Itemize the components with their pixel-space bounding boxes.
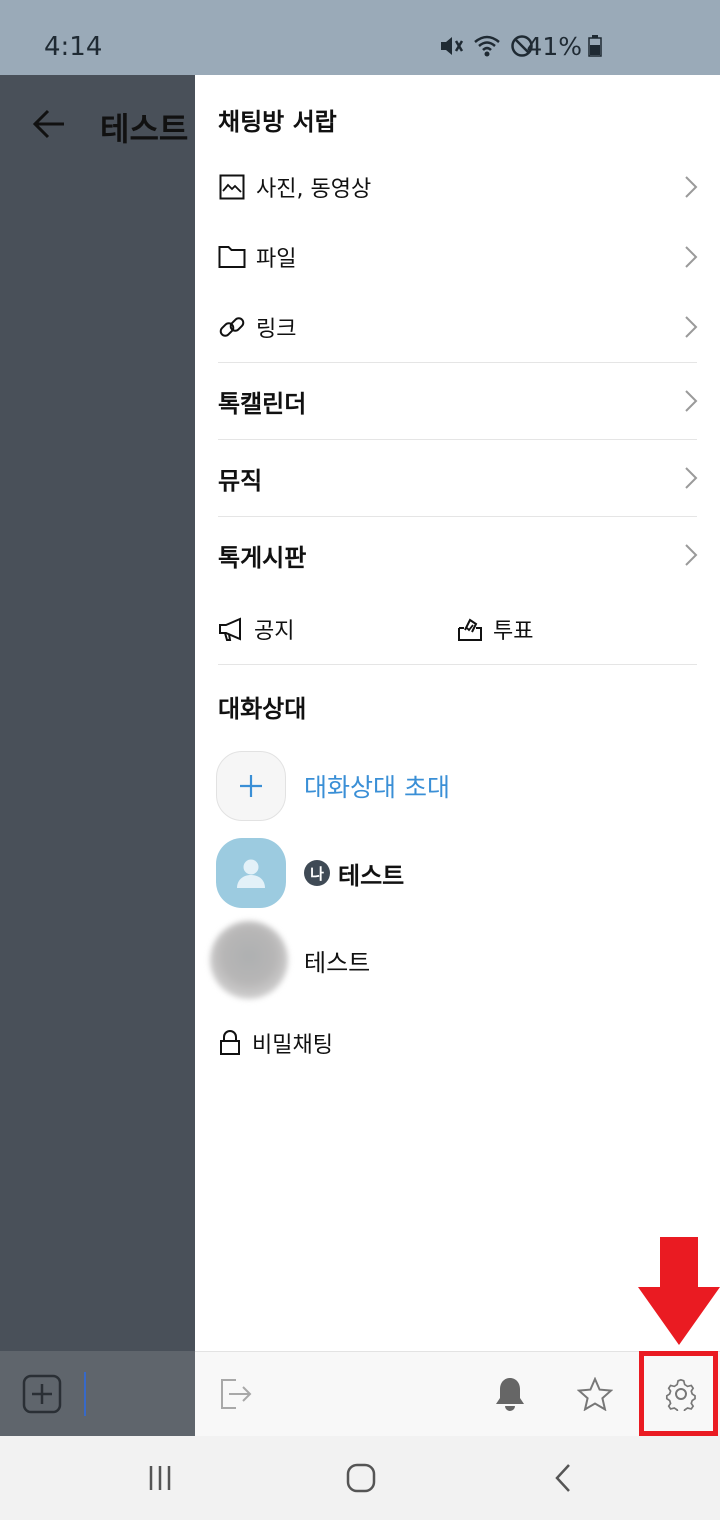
files-label: 파일 [256,247,297,272]
member-item-me[interactable]: 나 테스트 [216,837,696,909]
avatar [216,838,286,908]
member-name: 테스트 [338,861,405,890]
chevron-right-icon [685,467,698,489]
photos-videos-label: 사진, 동영상 [256,177,372,202]
status-time: 4:14 [44,32,103,62]
folder-icon [218,243,246,271]
secret-chat-button[interactable]: 비밀채팅 [218,1018,333,1068]
chat-room-overlay[interactable] [0,75,195,1351]
members-section-title: 대화상대 [218,695,307,723]
back-arrow-icon[interactable] [32,108,66,140]
chevron-right-icon [685,390,698,412]
links-label: 링크 [256,317,297,342]
chevron-right-icon [685,176,698,198]
red-arrow-annotation [638,1237,720,1345]
recent-apps-button[interactable] [140,1458,180,1498]
chat-room-title: 테스트 [100,110,189,148]
talk-board-label: 톡게시판 [218,543,307,572]
member-item[interactable]: 테스트 [210,921,696,999]
drawer-item-links[interactable]: 링크 [218,297,698,357]
link-icon [218,313,246,341]
back-chevron-icon [555,1464,570,1492]
recent-apps-icon [149,1466,171,1490]
invite-avatar [216,751,286,821]
system-nav-bar [0,1436,720,1520]
mute-icon [441,37,464,55]
battery-icon [588,35,602,57]
drawer-item-music[interactable]: 뮤직 [218,448,698,508]
red-highlight-box [639,1351,718,1436]
bell-icon [496,1378,524,1411]
notice-button[interactable]: 공지 [218,604,294,654]
text-cursor [84,1372,86,1416]
avatar [210,921,288,999]
default-profile-icon [237,859,265,888]
chevron-right-icon [685,316,698,338]
status-icons [438,33,534,59]
drawer-item-files[interactable]: 파일 [218,227,698,287]
storage-section-title: 채팅방 서랍 [218,108,337,136]
secret-chat-label: 비밀채팅 [252,1033,333,1058]
leave-room-button[interactable] [215,1374,255,1414]
notice-label: 공지 [254,619,295,644]
attach-plus-icon[interactable] [22,1374,62,1414]
drawer-item-photos-videos[interactable]: 사진, 동영상 [218,157,698,217]
divider [218,516,697,517]
home-button[interactable] [341,1458,381,1498]
ballot-box-icon [458,618,482,641]
chat-drawer: 채팅방 서랍 사진, 동영상 파일 링크 톡캘린더 뮤직 톡게시판 공지 투표 … [195,75,720,1351]
lock-icon [220,1030,240,1055]
status-bar: 4:14 41% [0,0,720,75]
poll-button[interactable]: 투표 [457,604,533,654]
favorite-button[interactable] [575,1374,615,1414]
exit-icon [221,1379,252,1409]
notification-button[interactable] [490,1374,530,1414]
image-icon [218,173,246,201]
divider [218,664,697,665]
drawer-item-talk-calendar[interactable]: 톡캘린더 [218,371,698,431]
member-name: 테스트 [304,948,371,977]
music-label: 뮤직 [218,466,263,495]
nav-back-button[interactable] [543,1458,583,1498]
wifi-icon [474,35,500,57]
plus-icon [240,775,262,797]
divider [218,362,697,363]
battery-percent: 41% [526,32,582,61]
chevron-right-icon [685,246,698,268]
star-icon [577,1377,613,1411]
invite-label: 대화상대 초대 [304,773,450,802]
poll-label: 투표 [493,619,534,644]
talk-calendar-label: 톡캘린더 [218,389,307,418]
divider [218,439,697,440]
home-icon [346,1463,376,1493]
drawer-item-talk-board[interactable]: 톡게시판 [218,525,698,585]
me-badge: 나 [304,860,330,886]
megaphone-icon [219,617,241,641]
invite-member-button[interactable]: 대화상대 초대 [216,750,696,822]
chevron-right-icon [685,544,698,566]
